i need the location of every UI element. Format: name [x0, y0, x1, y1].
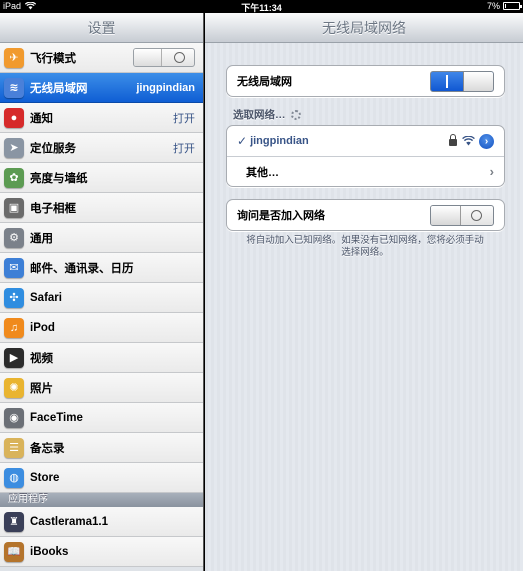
sidebar-item-castlerama[interactable]: ♜ Castlerama1.1	[0, 507, 203, 537]
chevron-right-icon: ›	[489, 164, 494, 179]
sidebar-item-label: iPod	[30, 321, 55, 334]
sidebar-item-airplane[interactable]: ✈ 飞行模式	[0, 43, 203, 73]
sidebar-title: 设置	[0, 13, 203, 43]
gear-icon: ⚙	[4, 227, 24, 248]
network-name: jingpindian	[250, 135, 309, 147]
lock-icon	[449, 134, 457, 146]
location-icon: ➤	[4, 137, 24, 158]
choose-network-header: 选取网络…	[233, 107, 301, 122]
wifi-detail-pane: 无线局域网络 无线局域网 选取网络… ✓ jingpindian › 其他… ›	[205, 13, 523, 571]
sidebar-item-photos[interactable]: ✺ 照片	[0, 373, 203, 403]
sidebar-item-label: FaceTime	[30, 411, 83, 424]
sidebar-item-label: Store	[30, 471, 60, 484]
sidebar-item-notifications[interactable]: ● 通知 打开	[0, 103, 203, 133]
battery-icon	[503, 2, 522, 10]
sidebar-item-safari[interactable]: ✣ Safari	[0, 283, 203, 313]
sidebar-item-wifi[interactable]: ≋ 无线局域网 jingpindian	[0, 73, 203, 103]
sidebar-item-label: Castlerama1.1	[30, 515, 108, 528]
apps-list: ♜ Castlerama1.1 📖 iBooks	[0, 507, 203, 567]
sidebar-item-value: 打开	[173, 112, 195, 125]
checkmark-icon: ✓	[237, 134, 248, 148]
sidebar-item-ipod[interactable]: ♫ iPod	[0, 313, 203, 343]
detail-title: 无线局域网络	[205, 13, 523, 43]
loading-spinner-icon	[290, 109, 301, 120]
ibooks-icon: 📖	[4, 541, 24, 562]
wifi-toggle-group: 无线局域网	[226, 65, 505, 97]
settings-list: ✈ 飞行模式 ≋ 无线局域网 jingpindian ● 通知 打开 ➤ 定位服务 打开 ✿ 亮度与墙纸…	[0, 43, 203, 493]
ask-to-join-row: 询问是否加入网络	[227, 200, 504, 230]
sidebar-item-mail[interactable]: ✉ 邮件、通讯录、日历	[0, 253, 203, 283]
sidebar-item-location[interactable]: ➤ 定位服务 打开	[0, 133, 203, 163]
sidebar-item-label: 飞行模式	[30, 52, 76, 65]
airplane-mode-switch[interactable]	[133, 48, 195, 67]
sidebar-item-label: iBooks	[30, 545, 69, 558]
sidebar-item-store[interactable]: ◍ Store	[0, 463, 203, 493]
video-icon: ▶	[4, 347, 24, 368]
sidebar-item-label: 照片	[30, 382, 53, 395]
sidebar-item-brightness[interactable]: ✿ 亮度与墙纸	[0, 163, 203, 193]
airplane-icon: ✈	[4, 47, 24, 68]
sidebar-item-label: 通用	[30, 232, 53, 245]
wifi-toggle-label: 无线局域网	[237, 76, 292, 88]
ask-to-join-note: 将自动加入已知网络。如果没有已知网络，您将必须手动选择网络。	[246, 235, 484, 258]
sidebar-item-label: 视频	[30, 352, 53, 365]
castlerama-icon: ♜	[4, 511, 24, 532]
battery-percent: 7%	[486, 1, 500, 11]
store-icon: ◍	[4, 467, 24, 488]
apps-section-header: 应用程序	[0, 493, 203, 507]
ask-to-join-group: 询问是否加入网络	[226, 199, 505, 231]
notifications-icon: ●	[4, 107, 24, 128]
sidebar-item-label: 备忘录	[30, 442, 65, 455]
sidebar-item-value: 打开	[173, 142, 195, 155]
ask-to-join-switch[interactable]	[430, 204, 494, 226]
other-network-label: 其他…	[246, 166, 279, 179]
sidebar-item-label: 电子相框	[30, 202, 76, 215]
wifi-switch[interactable]	[430, 70, 494, 92]
ask-to-join-label: 询问是否加入网络	[237, 210, 325, 222]
sidebar-item-video[interactable]: ▶ 视频	[0, 343, 203, 373]
sidebar-item-label: 无线局域网	[30, 82, 88, 95]
sidebar-item-label: 定位服务	[30, 142, 76, 155]
picture-frame-icon: ▣	[4, 197, 24, 218]
network-detail-button[interactable]: ›	[479, 133, 494, 149]
wifi-strength-icon	[462, 136, 475, 146]
other-network-row[interactable]: 其他… ›	[227, 156, 504, 186]
sidebar-item-facetime[interactable]: ◉ FaceTime	[0, 403, 203, 433]
brightness-icon: ✿	[4, 167, 24, 188]
ipod-icon: ♫	[4, 317, 24, 338]
sidebar-item-frame[interactable]: ▣ 电子相框	[0, 193, 203, 223]
sidebar-item-label: Safari	[30, 291, 62, 304]
sidebar-item-value: jingpindian	[136, 81, 195, 94]
wifi-toggle-row: 无线局域网	[227, 66, 504, 96]
network-row[interactable]: ✓ jingpindian ›	[227, 126, 504, 156]
facetime-icon: ◉	[4, 407, 24, 428]
photos-icon: ✺	[4, 377, 24, 398]
network-list: ✓ jingpindian › 其他… ›	[226, 125, 505, 187]
notes-icon: ☰	[4, 437, 24, 458]
wifi-icon: ≋	[4, 77, 24, 98]
status-bar: iPad 下午11:34 7%	[0, 0, 523, 13]
sidebar-item-label: 邮件、通讯录、日历	[30, 262, 134, 275]
mail-icon: ✉	[4, 257, 24, 278]
sidebar-item-label: 通知	[30, 112, 53, 125]
sidebar-item-label: 亮度与墙纸	[30, 172, 88, 185]
safari-icon: ✣	[4, 287, 24, 308]
sidebar-item-general[interactable]: ⚙ 通用	[0, 223, 203, 253]
sidebar-item-ibooks[interactable]: 📖 iBooks	[0, 537, 203, 567]
settings-sidebar: 设置 ✈ 飞行模式 ≋ 无线局域网 jingpindian ● 通知 打开 ➤ 定位服务 打开 ✿ 亮度…	[0, 13, 204, 571]
sidebar-item-notes[interactable]: ☰ 备忘录	[0, 433, 203, 463]
